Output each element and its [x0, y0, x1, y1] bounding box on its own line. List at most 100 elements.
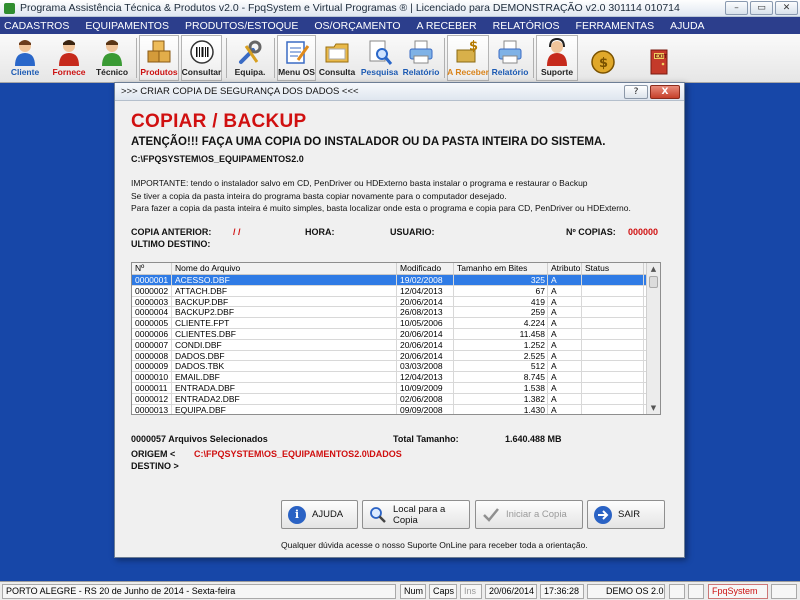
table-row[interactable]: 0000007 CONDI.DBF 20/06/2014 1.252 A: [132, 339, 660, 351]
col-modificado[interactable]: Modificado: [397, 263, 454, 274]
local-copia-button[interactable]: Local para a Copia: [362, 500, 470, 529]
toolbar-consultar-button[interactable]: Consultar: [181, 35, 222, 81]
network-status-icon[interactable]: [771, 584, 797, 599]
toolbar-produtos-button[interactable]: Produtos: [139, 35, 179, 81]
minimize-button[interactable]: –: [725, 1, 748, 15]
toolbar-consulta-label: Consulta: [318, 67, 356, 77]
table-cell: DADOS.DBF: [172, 350, 397, 361]
table-row[interactable]: 0000006 CLIENTES.DBF 20/06/2014 11.458 A: [132, 328, 660, 340]
iniciar-copia-button-label: Iniciar a Copia: [506, 509, 567, 520]
table-cell: 0000012: [132, 393, 172, 404]
col-num[interactable]: Nº: [132, 263, 172, 274]
menu-relatorios[interactable]: RELATÓRIOS: [493, 20, 560, 32]
destino-label: DESTINO >: [131, 461, 179, 471]
table-cell: 1.252: [454, 339, 548, 350]
table-cell: 0000007: [132, 339, 172, 350]
toolbar-tecnico-label: Técnico: [95, 67, 129, 77]
table-cell: 10/05/2006: [397, 318, 454, 328]
scroll-thumb[interactable]: [649, 276, 658, 288]
col-atributo[interactable]: Atributo: [548, 263, 582, 274]
menu-produtos-estoque[interactable]: PRODUTOS/ESTOQUE: [185, 20, 298, 32]
table-row[interactable]: 0000004 BACKUP2.DBF 26/08/2013 259 A: [132, 307, 660, 319]
toolbar-tecnico-button[interactable]: Técnico: [92, 35, 132, 81]
table-cell: 20/06/2014: [397, 350, 454, 361]
maximize-button[interactable]: ▭: [750, 1, 773, 15]
table-cell: 419: [454, 296, 548, 307]
scroll-up-icon[interactable]: ▲: [647, 263, 660, 275]
table-row[interactable]: 0000002 ATTACH.DBF 12/04/2013 67 A: [132, 285, 660, 297]
lock-status-icon[interactable]: [688, 584, 704, 599]
status-caps: Caps: [429, 584, 457, 599]
menu-a-receber[interactable]: A RECEBER: [417, 20, 477, 32]
toolbar-fornece-label: Fornece: [52, 67, 86, 77]
table-scrollbar[interactable]: ▲ ▼: [646, 263, 660, 414]
ajuda-button[interactable]: i AJUDA: [281, 500, 358, 529]
toolbar-pesquisa-button[interactable]: Pesquisa: [359, 35, 400, 81]
toolbar-equipa-button[interactable]: Equipa.: [230, 35, 270, 81]
table-row[interactable]: 0000008 DADOS.DBF 20/06/2014 2.525 A: [132, 350, 660, 362]
toolbar-suporte-button[interactable]: Suporte: [536, 35, 578, 81]
backup-dialog: >>> CRIAR COPIA DE SEGURANÇA DOS DADOS <…: [114, 82, 685, 558]
table-body: 0000001 ACESSO.DBF 19/02/2008 325 A 0000002 AT…: [132, 275, 660, 414]
table-cell: DADOS.TBK: [172, 361, 397, 372]
menu-cadastros[interactable]: CADASTROS: [4, 20, 69, 32]
toolbar-a-receber-button[interactable]: $ A Receber: [447, 35, 489, 81]
table-cell: 0000005: [132, 318, 172, 328]
menu-os-orcamento[interactable]: OS/ORÇAMENTO: [314, 20, 400, 32]
toolbar-cliente-button[interactable]: Cliente: [6, 35, 44, 81]
svg-text:$: $: [469, 39, 478, 54]
total-value: 1.640.488 MB: [505, 434, 562, 444]
table-cell: 2.525: [454, 350, 548, 361]
col-tamanho[interactable]: Tamanho em Bites: [454, 263, 548, 274]
table-cell: 10/09/2009: [397, 382, 454, 393]
table-cell: [582, 404, 644, 414]
sair-button[interactable]: SAIR: [587, 500, 665, 529]
table-cell: 325: [454, 275, 548, 285]
close-window-button[interactable]: ✕: [775, 1, 798, 15]
system-path: C:\FPQSYSTEM\OS_EQUIPAMENTOS2.0: [131, 154, 304, 164]
table-row[interactable]: 0000009 DADOS.TBK 03/03/2008 512 A: [132, 361, 660, 373]
table-cell: 03/03/2008: [397, 361, 454, 372]
table-cell: [582, 296, 644, 307]
table-cell: A: [548, 361, 582, 372]
scroll-down-icon[interactable]: ▼: [647, 402, 660, 414]
iniciar-copia-button[interactable]: Iniciar a Copia: [475, 500, 583, 529]
table-cell: 0000002: [132, 285, 172, 296]
table-cell: EMAIL.DBF: [172, 372, 397, 382]
table-row[interactable]: 0000010 EMAIL.DBF 12/04/2013 8.745 A: [132, 372, 660, 383]
checkmark-icon: [482, 506, 500, 524]
col-nome-arquivo[interactable]: Nome do Arquivo: [172, 263, 397, 274]
table-cell: ACESSO.DBF: [172, 275, 397, 285]
files-table[interactable]: Nº Nome do Arquivo Modificado Tamanho em…: [131, 262, 661, 415]
table-row[interactable]: 0000005 CLIENTE.FPT 10/05/2006 4.224 A: [132, 318, 660, 329]
toolbar-a-receber-label: A Receber: [447, 67, 489, 77]
total-label: Total Tamanho:: [393, 434, 459, 444]
menu-ajuda[interactable]: AJUDA: [670, 20, 704, 32]
toolbar-exit-button[interactable]: EXIT: [640, 35, 678, 81]
toolbar-relatorio2-button[interactable]: Relatório: [490, 35, 530, 81]
dialog-help-button[interactable]: ?: [624, 85, 648, 99]
toolbar-fornece-button[interactable]: Fornece: [48, 35, 90, 81]
table-cell: 12/04/2013: [397, 285, 454, 296]
table-row[interactable]: 0000001 ACESSO.DBF 19/02/2008 325 A: [132, 275, 660, 286]
table-cell: A: [548, 404, 582, 414]
printer-status-icon[interactable]: [669, 584, 685, 599]
menu-ferramentas[interactable]: FERRAMENTAS: [576, 20, 655, 32]
col-status[interactable]: Status: [582, 263, 644, 274]
table-row[interactable]: 0000012 ENTRADA2.DBF 02/06/2008 1.382 A: [132, 393, 660, 405]
sair-button-label: SAIR: [618, 509, 641, 520]
dialog-close-button[interactable]: X: [650, 85, 680, 99]
table-row[interactable]: 0000011 ENTRADA.DBF 10/09/2009 1.538 A: [132, 382, 660, 394]
toolbar-coin-button[interactable]: $: [584, 35, 622, 81]
table-row[interactable]: 0000013 EQUIPA.DBF 09/09/2008 1.430 A: [132, 404, 660, 414]
copia-anterior-value: / /: [233, 227, 241, 237]
search-document-icon: [367, 38, 393, 66]
toolbar-consulta-button[interactable]: Consulta: [318, 35, 356, 81]
table-cell: [582, 318, 644, 328]
toolbar-relatorio-button[interactable]: Relatório: [401, 35, 441, 81]
toolbar-menu-os-button[interactable]: Menu OS: [277, 35, 316, 81]
support-footnote: Qualquer dúvida acesse o nosso Suporte O…: [281, 540, 588, 550]
menu-equipamentos[interactable]: EQUIPAMENTOS: [85, 20, 169, 32]
table-row[interactable]: 0000003 BACKUP.DBF 20/06/2014 419 A: [132, 296, 660, 308]
toolbar-relatorio2-label: Relatório: [491, 67, 529, 77]
